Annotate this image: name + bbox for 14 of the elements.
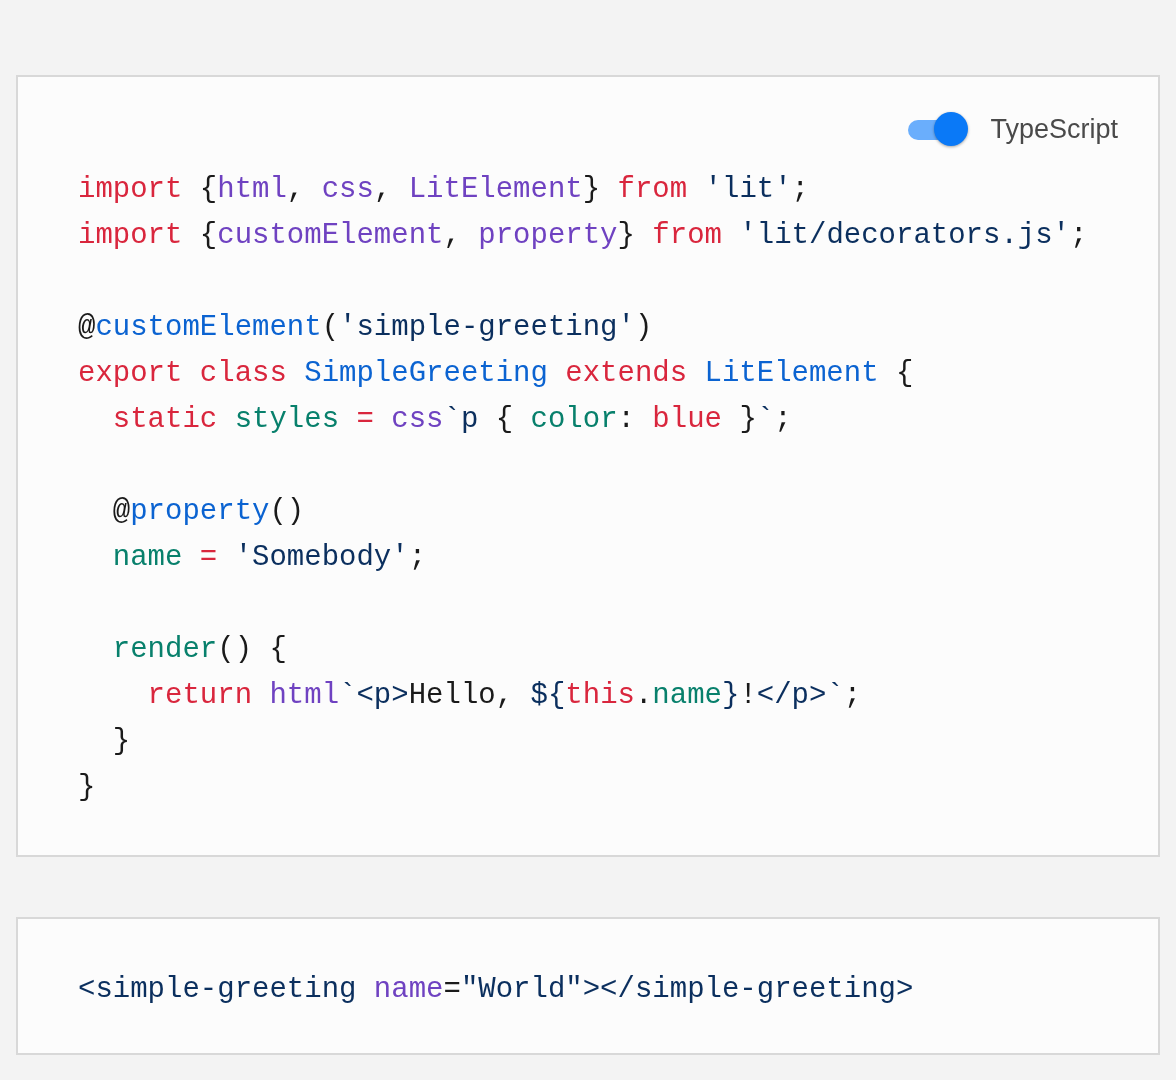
code-line: render() {	[111, 632, 287, 668]
toggle-label: TypeScript	[990, 113, 1118, 145]
code-line: @property()	[111, 494, 305, 530]
code-line: return html`<p>Hello, ${this.name}!</p>`;	[146, 678, 862, 714]
code-line: }	[78, 770, 96, 806]
code-line: import {customElement, property} from 'lit/decorators.js';	[78, 218, 1088, 254]
code-line: }	[111, 724, 131, 760]
code-line: static styles = css`p { color: blue }`;	[111, 402, 792, 438]
code-line: export class SimpleGreeting extends LitElement {	[78, 356, 914, 392]
code-line: @customElement('simple-greeting')	[78, 310, 653, 346]
language-toggle[interactable]	[908, 111, 969, 147]
code-line: import {html, css, LitElement} from 'lit';	[78, 172, 809, 208]
code-line: <simple-greeting name="World"></simple-greeting>	[78, 972, 914, 1008]
code-line: name = 'Somebody';	[111, 540, 427, 576]
